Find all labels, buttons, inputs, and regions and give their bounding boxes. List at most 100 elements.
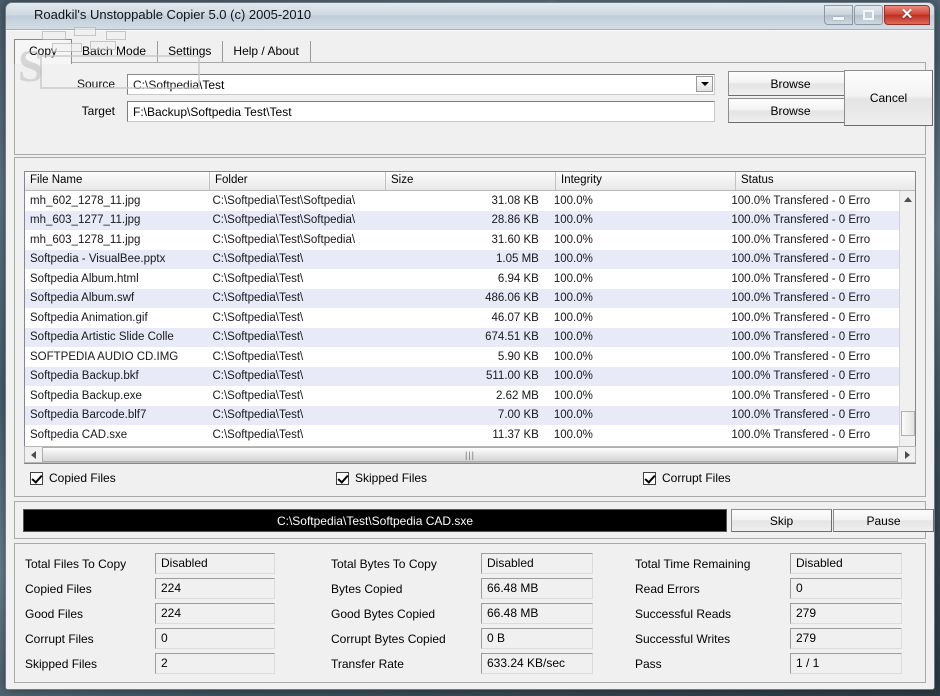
cell-name: Softpedia CAD.sxe [30, 428, 128, 441]
cell-status: 100.0% Transfered - 0 Erro [731, 311, 871, 324]
file-list-horizontal-scrollbar[interactable]: ||| [24, 446, 916, 463]
table-row[interactable]: SOFTPEDIA AUDIO CD.IMG C:\Softpedia\Test\… [25, 347, 899, 367]
source-label: Source [76, 77, 115, 91]
checkbox-corrupt-files[interactable]: Corrupt Files [643, 471, 731, 485]
table-row[interactable]: mh_602_1278_11.jpg C:\Softpedia\Test\Soft… [25, 191, 899, 211]
table-row[interactable]: Softpedia Barcode.blf7 C:\Softpedia\Test\… [25, 405, 899, 425]
target-input[interactable]: F:\Backup\Softpedia Test\Test [127, 101, 715, 122]
cell-status: 100.0% Transfered - 0 Erro [731, 428, 871, 441]
stat-value: 279 [790, 603, 902, 624]
cell-size: 1.05 MB [496, 253, 539, 266]
table-row[interactable]: mh_603_1278_11.jpg C:\Softpedia\Test\Soft… [25, 230, 899, 250]
cell-status: 100.0% Transfered - 0 Erro [731, 389, 871, 402]
cell-status: 100.0% Transfered - 0 Erro [731, 331, 871, 344]
table-row[interactable]: Softpedia Artistic Slide Colle C:\Softped… [25, 327, 899, 347]
cell-name: SOFTPEDIA AUDIO CD.IMG [30, 350, 179, 363]
scroll-up-arrow-icon[interactable] [900, 191, 915, 208]
cell-name: mh_603_1278_11.jpg [30, 233, 141, 246]
table-row[interactable]: mh_603_1277_11.jpg C:\Softpedia\Test\Soft… [25, 210, 899, 230]
file-list-header: File Name Folder Size Integrity Status [25, 172, 915, 191]
stat-row: Successful Writes 279 [635, 626, 925, 651]
cell-integrity: 100.0% [553, 233, 593, 246]
column-header-folder[interactable]: Folder [210, 172, 386, 190]
tab-batch-mode[interactable]: Batch Mode [71, 41, 159, 63]
file-list-panel: File Name Folder Size Integrity Status m… [14, 157, 926, 497]
statistics-panel: Total Files To Copy Disabled Copied Files 2… [14, 543, 926, 683]
table-row[interactable]: Softpedia CAD.sxe C:\Softpedia\Test\ 11.37… [25, 425, 899, 445]
tab-bar: Copy Batch Mode Settings Help / About [14, 39, 926, 64]
application-window: Roadkil's Unstoppable Copier 5.0 (c) 200… [5, 2, 935, 690]
cell-folder: C:\Softpedia\Test\ [212, 409, 304, 422]
pause-button[interactable]: Pause [833, 509, 934, 532]
column-header-status[interactable]: Status [736, 172, 911, 190]
window-controls: ✕ [823, 4, 930, 25]
cell-name: mh_602_1278_11.jpg [30, 194, 141, 207]
scroll-left-arrow-icon[interactable] [25, 447, 41, 462]
checkbox-copied-files-box[interactable] [30, 471, 43, 485]
checkbox-copied-files[interactable]: Copied Files [30, 471, 116, 485]
source-dropdown-chevron-down-icon[interactable] [696, 76, 713, 92]
file-list-vertical-scrollbar[interactable] [899, 191, 915, 463]
close-button[interactable]: ✕ [884, 4, 930, 25]
cell-integrity: 100.0% [553, 311, 593, 324]
stat-value: 224 [155, 603, 275, 624]
stat-label: Successful Writes [635, 631, 731, 646]
browse-source-button[interactable]: Browse [728, 71, 853, 96]
stat-row: Corrupt Files 0 [25, 626, 321, 651]
skip-button[interactable]: Skip [731, 509, 832, 532]
table-row[interactable]: Softpedia Backup.bkf C:\Softpedia\Test\ 51… [25, 366, 899, 386]
column-header-size[interactable]: Size [386, 172, 556, 190]
cell-size: 31.08 KB [491, 194, 539, 207]
paths-panel: Source C:\Softpedia\Test Target F:\Backu… [14, 62, 933, 155]
browse-target-button[interactable]: Browse [728, 98, 853, 123]
stat-row: Successful Reads 279 [635, 601, 925, 626]
stat-row: Total Files To Copy Disabled [25, 551, 321, 576]
table-row[interactable]: Softpedia Album.swf C:\Softpedia\Test\ 486… [25, 288, 899, 308]
file-list-grid: File Name Folder Size Integrity Status m… [24, 171, 916, 464]
scroll-right-arrow-icon[interactable] [899, 447, 915, 462]
table-row[interactable]: Softpedia Album.html C:\Softpedia\Test\ 6.… [25, 269, 899, 289]
cancel-button[interactable]: Cancel [844, 70, 933, 126]
cell-integrity: 100.0% [553, 194, 593, 207]
table-row[interactable]: Softpedia - VisualBee.pptx C:\Softpedia\T… [25, 249, 899, 269]
cell-size: 28.86 KB [491, 214, 539, 227]
tab-copy[interactable]: Copy [14, 39, 73, 64]
stat-label: Total Time Remaining [635, 556, 751, 571]
cell-name: Softpedia - VisualBee.pptx [30, 253, 166, 266]
cell-size: 5.90 KB [497, 350, 539, 363]
maximize-button[interactable] [854, 4, 883, 25]
cell-name: Softpedia Barcode.blf7 [30, 409, 147, 422]
checkbox-skipped-files[interactable]: Skipped Files [336, 471, 427, 485]
vertical-scroll-thumb[interactable] [901, 411, 915, 436]
horizontal-scroll-thumb[interactable]: ||| [42, 447, 898, 462]
stat-value: 0 [155, 628, 275, 649]
cell-size: 674.51 KB [485, 331, 539, 344]
stat-value: 0 B [481, 628, 593, 649]
tab-settings[interactable]: Settings [157, 41, 224, 63]
minimize-button[interactable] [824, 4, 853, 25]
stats-column-bytes: Total Bytes To Copy Disabled Bytes Copied 6… [331, 551, 627, 676]
cell-status: 100.0% Transfered - 0 Erro [731, 350, 871, 363]
source-input[interactable]: C:\Softpedia\Test [127, 74, 715, 95]
checkbox-corrupt-files-box[interactable] [643, 471, 656, 485]
stats-column-files: Total Files To Copy Disabled Copied Files 2… [25, 551, 321, 676]
tab-help-about[interactable]: Help / About [222, 41, 311, 63]
title-bar[interactable]: Roadkil's Unstoppable Copier 5.0 (c) 200… [6, 3, 934, 30]
table-row[interactable]: Softpedia Animation.gif C:\Softpedia\Test… [25, 308, 899, 328]
cell-name: Softpedia Album.html [30, 272, 139, 285]
stat-value: 66.48 MB [481, 603, 593, 624]
progress-current-file: C:\Softpedia\Test\Softpedia CAD.sxe [276, 513, 474, 528]
cell-status: 100.0% Transfered - 0 Erro [731, 409, 871, 422]
stat-value: 224 [155, 578, 275, 599]
table-row[interactable]: Softpedia Backup.exe C:\Softpedia\Test\ 2.… [25, 386, 899, 406]
stat-label: Corrupt Bytes Copied [331, 631, 446, 646]
tab-settings-label: Settings [168, 44, 212, 58]
checkbox-skipped-files-box[interactable] [336, 471, 349, 485]
column-header-file-name[interactable]: File Name [25, 172, 210, 190]
cell-integrity: 100.0% [553, 389, 593, 402]
column-header-integrity[interactable]: Integrity [556, 172, 736, 190]
stat-value: 66.48 MB [481, 578, 593, 599]
cell-integrity: 100.0% [553, 350, 593, 363]
cell-size: 7.00 KB [497, 409, 539, 422]
cell-name: Softpedia Backup.exe [30, 389, 142, 402]
